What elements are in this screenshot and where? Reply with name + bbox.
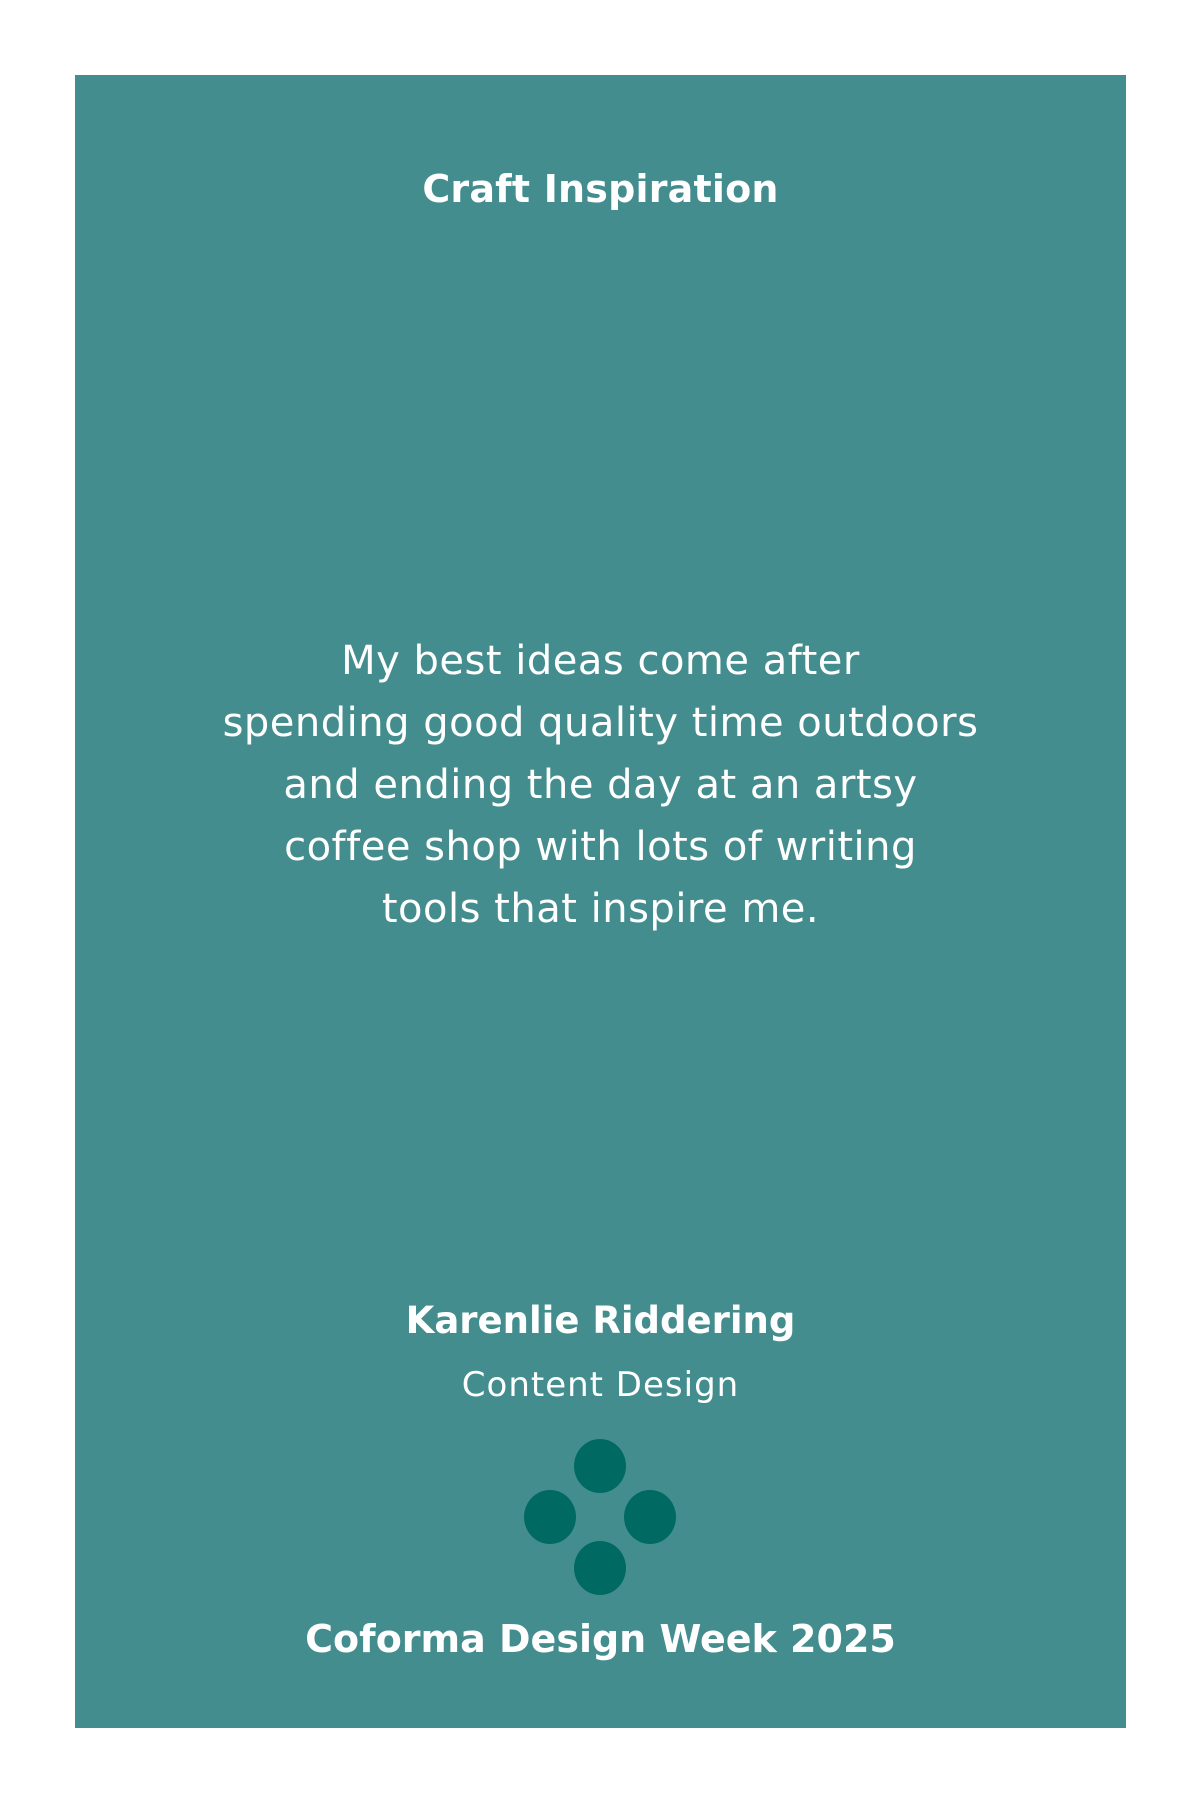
page: Craft Inspiration My best ideas come aft… <box>0 0 1200 1800</box>
quote-line: tools that inspire me. <box>381 886 820 932</box>
poster-card: Craft Inspiration My best ideas come aft… <box>75 75 1126 1728</box>
quote-line: My best ideas come after <box>341 638 860 684</box>
event-footer: Coforma Design Week 2025 <box>305 1617 896 1661</box>
logo-dot-left <box>524 1490 576 1544</box>
logo-dot-top <box>574 1439 626 1493</box>
four-dot-flower-icon <box>524 1439 676 1595</box>
author-role: Content Design <box>461 1365 740 1405</box>
poster-title: Craft Inspiration <box>422 167 779 211</box>
author-name: Karenlie Riddering <box>405 1299 796 1342</box>
logo-dot-right <box>624 1490 676 1544</box>
logo-dot-bottom <box>574 1541 626 1595</box>
quote-line: coffee shop with lots of writing <box>284 824 917 870</box>
quote-text: My best ideas come after spending good q… <box>75 630 1126 940</box>
quote-line: and ending the day at an artsy <box>283 762 918 808</box>
quote-line: spending good quality time outdoors <box>222 700 979 746</box>
